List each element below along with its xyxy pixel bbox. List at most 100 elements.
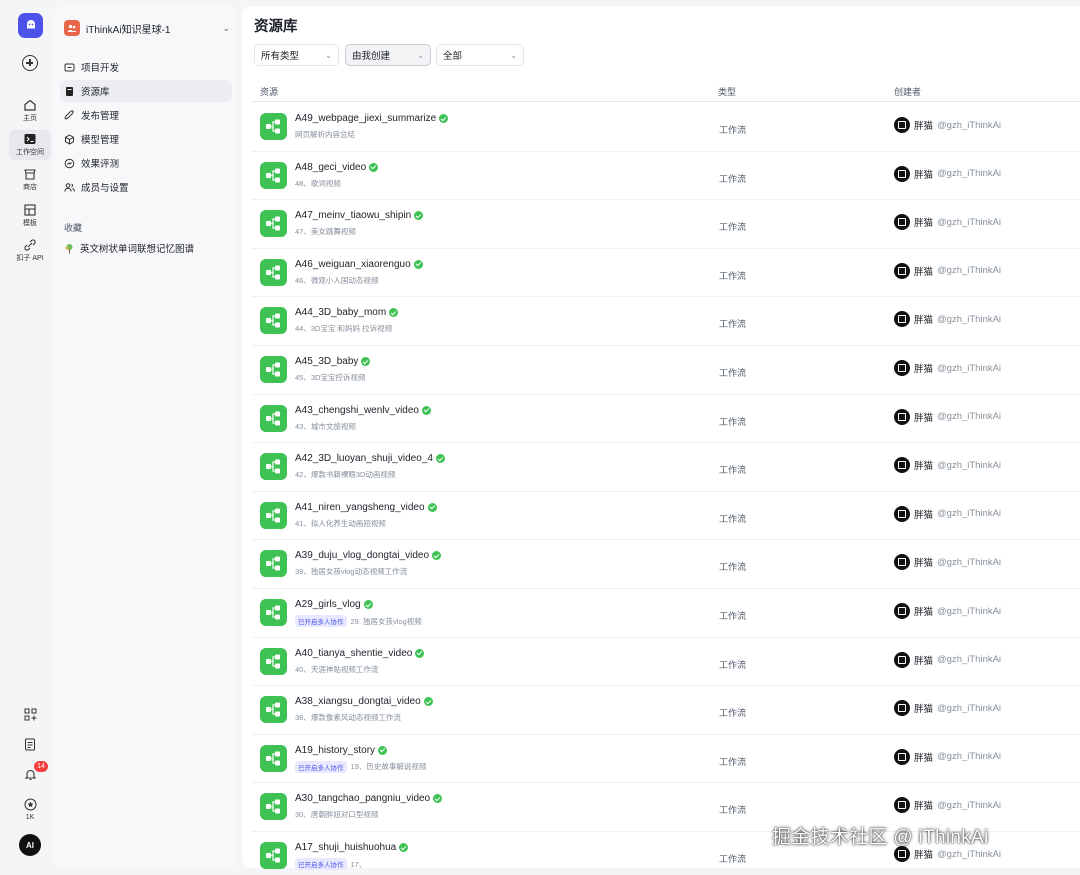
create-plus-icon[interactable] [22, 55, 38, 71]
creator-name: 胖猫 [914, 704, 934, 716]
table-row[interactable]: A46_weiguan_xiaorenguo 46、微观小人国动态视频 工作流 胖猫 @… [252, 249, 1080, 298]
creator-avatar-icon [894, 554, 910, 571]
column-header-resource[interactable]: 资源 [260, 85, 278, 98]
rail-item-workspace[interactable]: 工作空间 [9, 130, 51, 160]
resource-name[interactable]: A38_xiangsu_dongtai_video [295, 696, 433, 707]
creator-handle: @gzh_iThinkAi [937, 411, 1002, 423]
rail-label: 商店 [23, 184, 37, 191]
resource-name[interactable]: A43_chengshi_wenlv_video [295, 405, 431, 416]
resource-description-text: 网页解析内容总结 [295, 130, 355, 139]
table-row[interactable]: A29_girls_vlog 已开启多人协作 29. 独居女孩vlog视频 工作流 胖猫… [252, 589, 1080, 638]
workflow-icon [260, 113, 287, 140]
resource-type: 工作流 [719, 222, 747, 233]
table-row[interactable]: A19_history_story 已开启多人协作 19、历史故事解说视频 工作流 胖猫… [252, 735, 1080, 784]
nav-item-members[interactable]: 成员与设置 [60, 176, 232, 198]
table-row[interactable]: A41_niren_yangsheng_video 41、拟人化养生动画短视频 工作… [252, 492, 1080, 541]
table-row[interactable]: A39_duju_vlog_dongtai_video 39、独居女孩vlog动态… [252, 540, 1080, 589]
published-check-icon [414, 211, 424, 221]
resource-name[interactable]: A47_meinv_tiaowu_shipin [295, 210, 424, 221]
space-switcher[interactable]: iThinkAi知识星球-1 ⌄ [64, 18, 230, 38]
resource-name[interactable]: A48_geci_video [295, 162, 379, 173]
table-row[interactable]: A49_webpage_jiexi_summarize 网页解析内容总结 工作流 胖猫… [252, 103, 1080, 152]
resource-name[interactable]: A46_weiguan_xiaorenguo [295, 259, 423, 270]
resource-description-text: 29. 独居女孩vlog视频 [350, 616, 422, 626]
nav-item-library[interactable]: 资源库 [60, 80, 232, 102]
favorite-item[interactable]: 英文树状单词联想记忆图谱 [64, 240, 194, 256]
creator-avatar-icon [894, 700, 910, 717]
nav-label: 资源库 [81, 87, 110, 98]
resource-name-text: A44_3D_baby_mom [295, 307, 387, 319]
resource-type: 工作流 [719, 368, 747, 378]
table-row[interactable]: A42_3D_luoyan_shuji_video_4 42、爆款书籍裸眼3D动画… [252, 443, 1080, 492]
resource-name[interactable]: A45_3D_baby [295, 356, 371, 367]
user-avatar[interactable]: AI [19, 834, 41, 856]
resource-creator: 胖猫 @gzh_iThinkAi [894, 117, 1001, 133]
star-icon[interactable] [21, 795, 39, 813]
tree-icon [65, 243, 73, 253]
resource-name[interactable]: A39_duju_vlog_dongtai_video [295, 550, 442, 561]
resource-creator: 胖猫 @gzh_iThinkAi [894, 505, 1001, 522]
rail-item-template[interactable]: 模板 [9, 201, 51, 231]
resource-name[interactable]: A17_shuji_huishuohua [295, 842, 409, 853]
resource-name[interactable]: A42_3D_luoyan_shuji_video_4 [295, 453, 445, 464]
column-header-type[interactable]: 类型 [718, 85, 736, 98]
resource-description-text: 30、唐朝胖妞对口型视频 [295, 810, 379, 820]
rail-item-api[interactable]: 扣子 API [9, 236, 51, 266]
rail-label: 主页 [23, 115, 37, 122]
type-filter-select[interactable]: 所有类型 ⌄ [254, 44, 339, 66]
published-check-icon [389, 308, 399, 318]
resource-name[interactable]: A49_webpage_jiexi_summarize [295, 113, 449, 124]
resource-name-text: A30_tangchao_pangniu_video [295, 793, 431, 805]
coze-logo-icon[interactable] [18, 13, 43, 38]
resource-name[interactable]: A41_niren_yangsheng_video [295, 502, 437, 513]
table-row[interactable]: A45_3D_baby 45、3D宝宝控诉视频 工作流 胖猫 @gzh_iThinkAi [252, 346, 1080, 395]
library-icon [66, 86, 73, 96]
nav-item-models[interactable]: 模型管理 [60, 128, 232, 150]
resource-description-text: 17、 [350, 859, 367, 869]
resource-type: 工作流 [719, 513, 747, 524]
table-row[interactable]: A43_chengshi_wenlv_video 43、城市文旅视频 工作流 胖猫 @g… [252, 395, 1080, 444]
resource-name[interactable]: A19_history_story [295, 745, 388, 756]
resource-name[interactable]: A40_tianya_shentie_video [295, 648, 425, 659]
resource-type: 工作流 [719, 805, 747, 816]
resource-creator: 胖猫 @gzh_iThinkAi [894, 165, 1001, 182]
resource-library-panel: 资源库 所有类型 ⌄ 由我创建 ⌄ 全部 ⌄ 资源 类型 创建者 A49_web… [242, 6, 1080, 870]
resource-name-text: A38_xiangsu_dongtai_video [295, 696, 421, 708]
resource-type: 工作流 [719, 125, 747, 135]
resource-type: 工作流 [719, 270, 747, 281]
resource-name[interactable]: A29_girls_vlog [295, 599, 373, 610]
resource-description-text: 43、城市文旅视频 [295, 421, 356, 431]
status-filter-select[interactable]: 全部 ⌄ [436, 44, 524, 66]
rail-item-store[interactable]: 商店 [9, 165, 51, 195]
resource-description-text: 40、天涯神贴视频工作流 [295, 664, 379, 674]
notification-badge: 14 [34, 761, 48, 772]
table-row[interactable]: A48_geci_video 48、歌词视频 工作流 胖猫 @gzh_iThinkAi [252, 152, 1080, 201]
creator-name: 胖猫 [914, 364, 934, 375]
published-check-icon [421, 405, 431, 415]
nav-item-evaluate[interactable]: 效果评测 [60, 152, 232, 174]
creator-avatar-icon [894, 651, 910, 668]
apps-grid-icon[interactable] [21, 705, 39, 723]
creator-filter-select[interactable]: 由我创建 ⌄ [345, 44, 431, 66]
store-icon [24, 169, 36, 180]
resource-type: 工作流 [719, 416, 747, 427]
table-row[interactable]: A38_xiangsu_dongtai_video 38、爆款像素风动态视频工作流… [252, 686, 1080, 735]
column-header-creator[interactable]: 创建者 [894, 85, 921, 98]
nav-item-project[interactable]: 项目开发 [60, 56, 232, 78]
resource-name[interactable]: A30_tangchao_pangniu_video [295, 793, 443, 805]
nav-item-publish[interactable]: 发布管理 [60, 104, 232, 126]
document-icon[interactable] [21, 735, 39, 753]
rocket-icon [64, 109, 74, 120]
creator-avatar-icon [894, 748, 910, 765]
creator-handle: @gzh_iThinkAi [937, 799, 1002, 811]
rail-item-home[interactable]: 主页 [9, 96, 51, 126]
resource-name[interactable]: A44_3D_baby_mom [295, 307, 399, 319]
filter-label: 由我创建 [352, 51, 391, 62]
table-row[interactable]: A40_tianya_shentie_video 40、天涯神贴视频工作流 工作流 胖… [252, 638, 1080, 687]
creator-avatar-icon [894, 457, 910, 474]
resource-description-text: 47、美女跳舞视频 [295, 227, 356, 237]
table-row[interactable]: A47_meinv_tiaowu_shipin 47、美女跳舞视频 工作流 胖猫 @gz… [252, 200, 1080, 249]
table-row[interactable]: A44_3D_baby_mom 44、3D宝宝 和妈妈 拉诉视频 工作流 胖猫 @gzh… [252, 297, 1080, 346]
resource-name-text: A29_girls_vlog [295, 599, 361, 610]
workflow-icon [260, 550, 287, 578]
